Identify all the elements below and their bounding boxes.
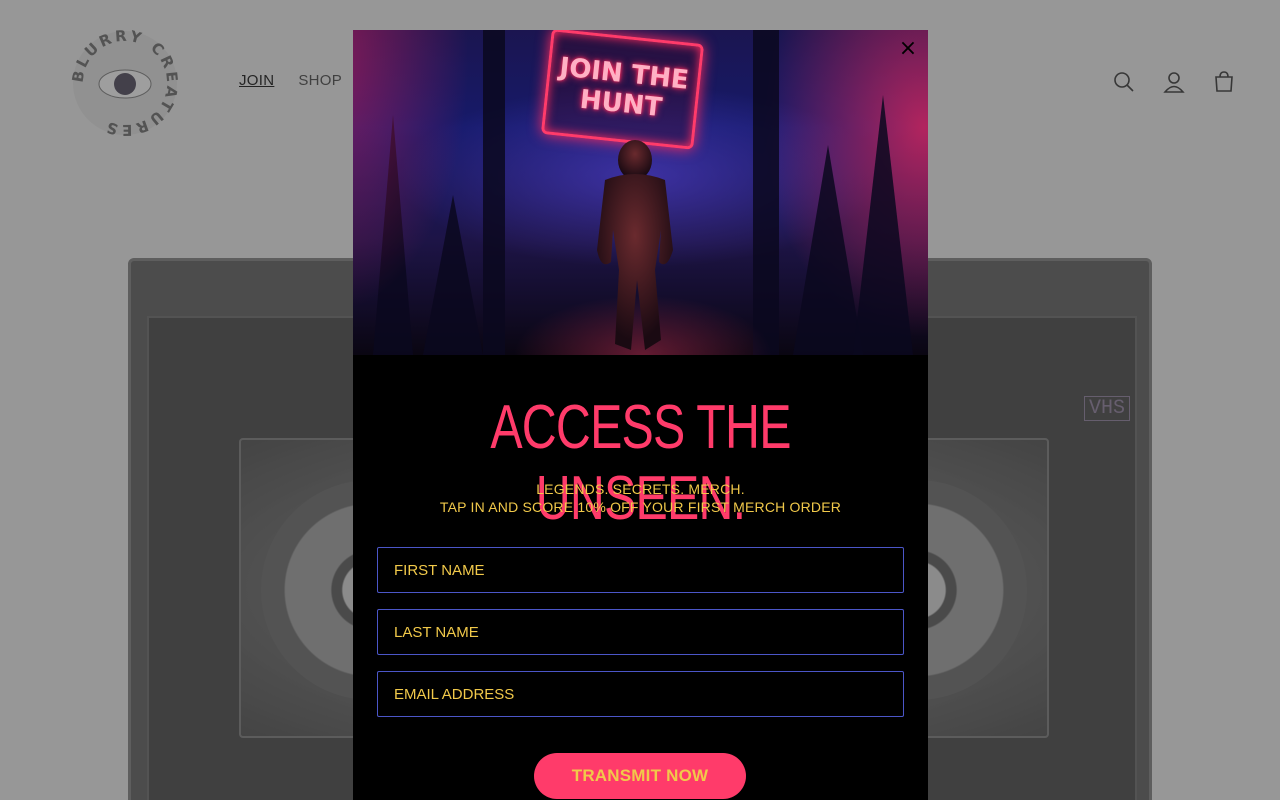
tree-silhouette: [423, 195, 483, 355]
close-button[interactable]: ×: [897, 38, 919, 60]
subtitle-line-2: TAP IN AND SCORE 10% OFF YOUR FIRST MERC…: [439, 499, 842, 515]
subtitle-line-1: LEGENDS. SECRETS. MERCH.: [536, 481, 745, 497]
email-field[interactable]: [377, 671, 904, 717]
hero-image: JOIN THE HUNT: [353, 30, 928, 355]
last-name-field[interactable]: [377, 609, 904, 655]
bigfoot-figure: [597, 140, 673, 350]
transmit-now-button[interactable]: TRANSMIT NOW: [534, 753, 746, 799]
tree-silhouette: [853, 95, 913, 355]
tree-silhouette: [373, 115, 413, 355]
modal-subtitle: LEGENDS. SECRETS. MERCH. TAP IN AND SCOR…: [353, 480, 928, 516]
first-name-field[interactable]: [377, 547, 904, 593]
signup-modal: JOIN THE HUNT × ACCESS THE UNSEEN. LEGEND…: [353, 30, 928, 800]
tree-silhouette: [793, 145, 863, 355]
tree-silhouette: [483, 30, 505, 355]
